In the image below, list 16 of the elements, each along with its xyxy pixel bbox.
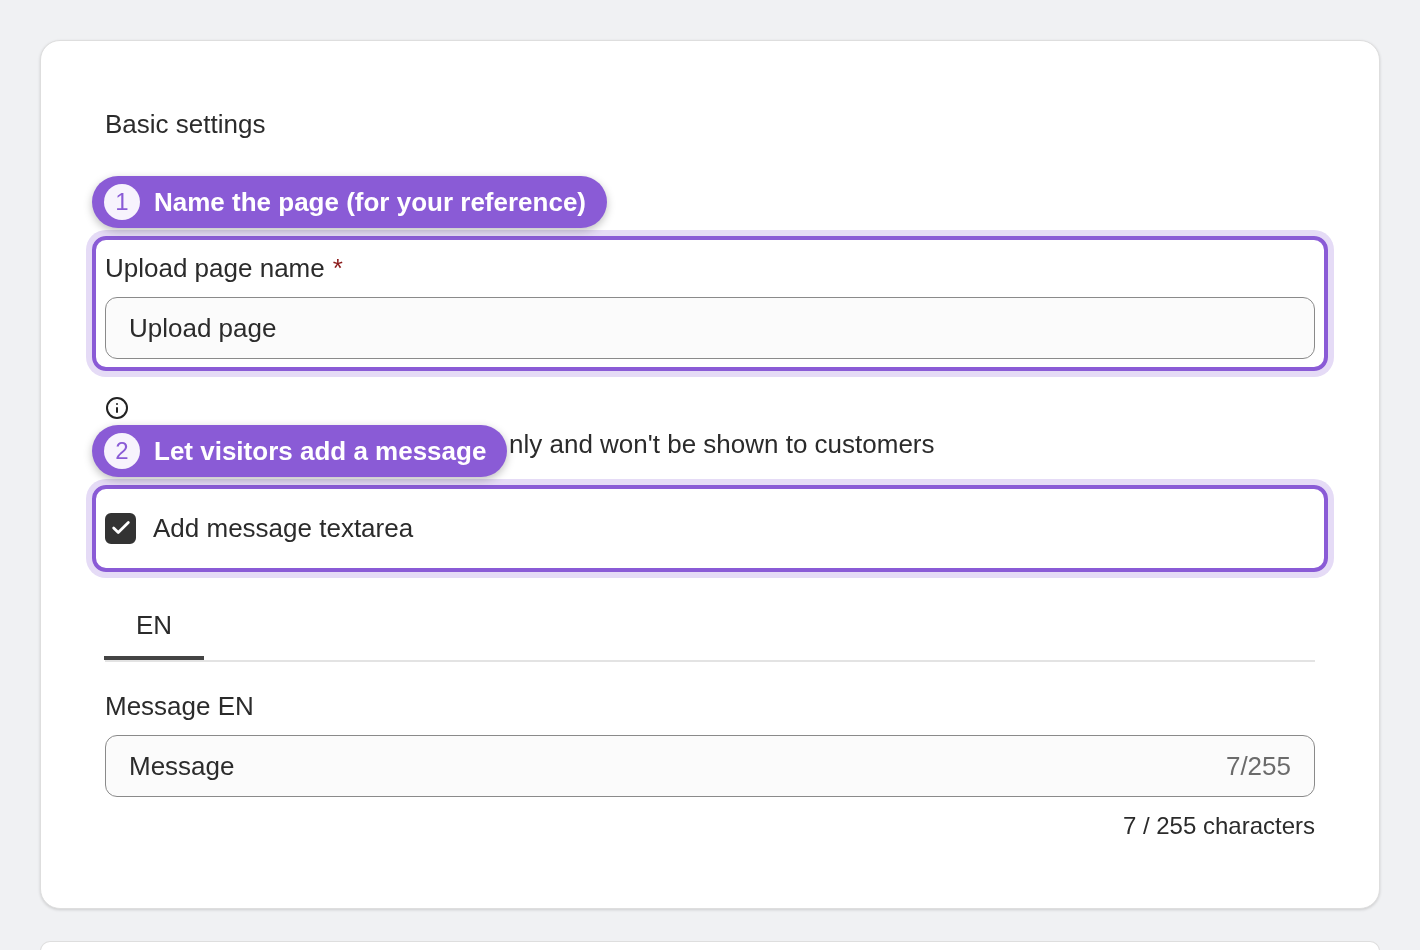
language-tab[interactable]: EN: [104, 597, 205, 660]
checkbox[interactable]: [105, 512, 136, 544]
required-mark: *: [332, 252, 343, 284]
page-name-input[interactable]: Upload page: [105, 297, 1315, 359]
callout-text: Let visitors add a message: [154, 435, 487, 467]
field-label: Upload page name: [105, 252, 325, 284]
field-label: Message EN: [105, 690, 255, 722]
callout-text: Name the page (for your reference): [154, 186, 586, 218]
info-icon: [105, 396, 129, 420]
character-counter: 7/255: [1225, 750, 1291, 782]
hint-text: nly and won't be shown to customers: [509, 429, 935, 459]
step-number: 2: [104, 433, 140, 469]
character-count-text: 7 / 255 characters: [1122, 811, 1315, 841]
checkbox-label: Add message textarea: [153, 512, 414, 544]
section-title: Basic settings: [105, 108, 267, 140]
step-number: 1: [104, 184, 140, 220]
